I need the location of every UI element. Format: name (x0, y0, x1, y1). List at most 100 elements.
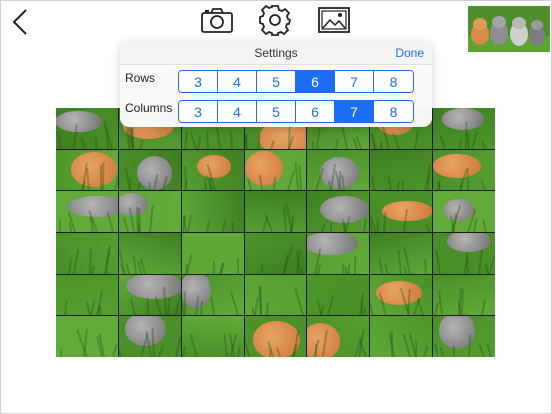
puzzle-tile[interactable] (118, 316, 181, 357)
grass-blade (154, 296, 162, 316)
puzzle-tile[interactable] (244, 149, 307, 191)
grass-blade (157, 345, 164, 357)
puzzle-tile[interactable] (181, 191, 244, 232)
puzzle-tile[interactable] (244, 274, 307, 316)
grass-blade (480, 179, 487, 191)
puzzle-tile[interactable] (307, 316, 370, 357)
settings-popover: Settings Done Rows 3 4 5 6 7 8 Columns 3… (120, 41, 432, 127)
grass-blade (403, 265, 407, 274)
grass-blade (230, 292, 240, 316)
columns-option[interactable]: 5 (257, 101, 296, 122)
puzzle-board (56, 108, 495, 357)
puzzle-tile[interactable] (56, 191, 118, 232)
grass-blade (210, 297, 216, 316)
camera-button[interactable] (200, 5, 234, 35)
puzzle-tile[interactable] (433, 316, 495, 357)
grass-blade (424, 258, 428, 274)
grass-blade (321, 224, 326, 232)
kitten-fragment (433, 153, 481, 179)
puzzle-tile[interactable] (370, 274, 433, 316)
grass-blade (281, 245, 294, 274)
chevron-left-icon (12, 9, 27, 35)
grass-blade (58, 218, 62, 232)
puzzle-tile[interactable] (181, 233, 244, 274)
grass-blade (414, 340, 418, 357)
puzzle-tile[interactable] (56, 108, 118, 149)
grass-blade (384, 263, 389, 274)
rows-option[interactable]: 8 (374, 71, 413, 92)
settings-button[interactable] (258, 3, 292, 37)
puzzle-tile[interactable] (370, 233, 433, 274)
columns-option[interactable]: 7 (335, 101, 374, 122)
puzzle-tile[interactable] (181, 316, 244, 357)
grass-blade (122, 217, 129, 232)
rows-option[interactable]: 6 (296, 71, 335, 92)
grass-blade (149, 205, 154, 232)
puzzle-tile[interactable] (244, 191, 307, 232)
puzzle-tile[interactable] (118, 149, 181, 191)
grass-blade (439, 135, 446, 149)
grass-blade (438, 291, 444, 316)
grass-blade (395, 181, 400, 191)
puzzle-tile[interactable] (307, 191, 370, 232)
puzzle-tile[interactable] (370, 191, 433, 232)
grass-blade (237, 346, 241, 357)
columns-option[interactable]: 3 (179, 101, 218, 122)
puzzle-tile[interactable] (181, 149, 244, 191)
puzzle-tile[interactable] (370, 149, 433, 191)
puzzle-tile[interactable] (433, 274, 495, 316)
rows-segmented-control: 3 4 5 6 7 8 (178, 70, 414, 93)
grass-blade (425, 224, 431, 232)
puzzle-tile[interactable] (370, 316, 433, 357)
puzzle-tile[interactable] (433, 149, 495, 191)
puzzle-tile[interactable] (56, 316, 118, 357)
grass-blade (370, 133, 378, 149)
grass-blade (132, 255, 137, 274)
grass-blade (200, 301, 204, 316)
grass-blade (260, 264, 264, 274)
done-button[interactable]: Done (395, 46, 424, 60)
columns-option[interactable]: 8 (374, 101, 413, 122)
rows-option[interactable]: 3 (179, 71, 218, 92)
kitten-fragment (68, 196, 118, 217)
columns-option[interactable]: 6 (296, 101, 335, 122)
puzzle-tile[interactable] (307, 233, 370, 274)
rows-option[interactable]: 5 (257, 71, 296, 92)
puzzle-tile[interactable] (307, 274, 370, 316)
columns-option[interactable]: 4 (218, 101, 257, 122)
rows-option[interactable]: 4 (218, 71, 257, 92)
back-button[interactable] (8, 6, 34, 38)
grass-blade (433, 344, 439, 357)
puzzle-tile[interactable] (433, 191, 495, 232)
grass-blade (471, 131, 479, 149)
preview-thumbnail[interactable] (468, 6, 550, 52)
grass-blade (481, 299, 487, 316)
puzzle-tile[interactable] (56, 274, 118, 316)
kitten-fragment (447, 233, 491, 253)
puzzle-tile[interactable] (307, 149, 370, 191)
puzzle-tile[interactable] (118, 274, 181, 316)
grass-blade (477, 343, 485, 357)
puzzle-tile[interactable] (181, 274, 244, 316)
grass-blade (376, 218, 380, 232)
grass-blade (370, 294, 374, 316)
grass-blade (379, 140, 383, 149)
grass-blade (266, 302, 270, 316)
puzzle-tile[interactable] (433, 233, 495, 274)
grass-blade (56, 130, 63, 149)
puzzle-tile[interactable] (433, 108, 495, 149)
puzzle-tile[interactable] (56, 149, 118, 191)
grass-blade (370, 175, 375, 191)
puzzle-tile[interactable] (118, 233, 181, 274)
puzzle-tile[interactable] (118, 191, 181, 232)
picture-icon (318, 7, 350, 33)
grass-blade (477, 248, 483, 274)
puzzle-tile[interactable] (244, 233, 307, 274)
grass-blade (206, 130, 210, 149)
puzzle-tile[interactable] (56, 233, 118, 274)
kitten-fragment (320, 196, 370, 224)
puzzle-tile[interactable] (244, 316, 307, 357)
grass-blade (383, 211, 387, 232)
rows-option[interactable]: 7 (335, 71, 374, 92)
image-button[interactable] (317, 5, 351, 35)
